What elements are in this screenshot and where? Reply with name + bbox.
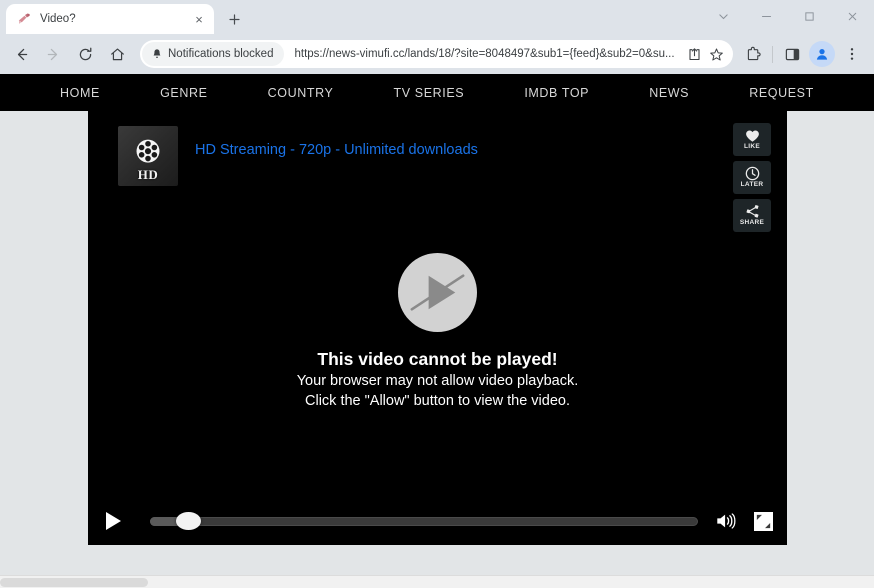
progress-handle[interactable] bbox=[176, 512, 201, 530]
close-icon bbox=[848, 12, 857, 20]
close-icon[interactable]: × bbox=[190, 10, 208, 28]
bell-icon bbox=[153, 49, 161, 58]
scrollbar-thumb[interactable] bbox=[0, 578, 148, 587]
hd-logo-text: HD bbox=[137, 167, 159, 182]
home-button[interactable] bbox=[102, 39, 132, 69]
error-title: This video cannot be played! bbox=[317, 349, 558, 369]
browser-toolbar: Notifications blocked https://news-vimuf… bbox=[0, 34, 874, 74]
browser-tab[interactable]: Video? × bbox=[6, 4, 214, 34]
maximize-button[interactable] bbox=[788, 0, 831, 32]
home-icon bbox=[110, 47, 124, 60]
fullscreen-icon bbox=[754, 511, 773, 531]
profile-avatar[interactable] bbox=[809, 41, 835, 67]
browser-window: Video? × Notifications blocked https://n… bbox=[0, 0, 874, 588]
back-arrow-icon bbox=[17, 48, 27, 60]
url-text[interactable]: https://news-vimufi.cc/lands/18/?site=80… bbox=[284, 48, 683, 60]
hd-logo: HD bbox=[118, 126, 178, 186]
promo-link[interactable]: HD Streaming - 720p - Unlimited download… bbox=[195, 142, 478, 158]
progress-slider[interactable] bbox=[150, 508, 698, 534]
close-window-button[interactable] bbox=[831, 0, 874, 32]
tab-strip: Video? × bbox=[0, 0, 874, 34]
watch-later-button[interactable]: LATER bbox=[733, 161, 771, 194]
clock-icon bbox=[744, 166, 760, 181]
notifications-blocked-label: Notifications blocked bbox=[168, 48, 274, 60]
share-icon[interactable] bbox=[683, 43, 705, 65]
page-content: HOME GENRE COUNTRY TV SERIES IMDB TOP NE… bbox=[0, 74, 874, 588]
forward-arrow-icon bbox=[47, 48, 57, 60]
nav-item-imdb-top[interactable]: IMDB TOP bbox=[524, 86, 589, 100]
player-control-bar bbox=[88, 497, 787, 545]
reload-icon bbox=[79, 47, 91, 60]
player-side-actions: LIKE LATER SHARE bbox=[733, 123, 771, 232]
like-label: LIKE bbox=[743, 143, 760, 151]
tab-search-button[interactable] bbox=[702, 0, 745, 32]
nav-item-request[interactable]: REQUEST bbox=[749, 86, 814, 100]
horizontal-scrollbar[interactable] bbox=[0, 575, 874, 588]
player-error-block: This video cannot be played! Your browse… bbox=[88, 253, 787, 412]
address-bar[interactable]: Notifications blocked https://news-vimuf… bbox=[140, 40, 733, 68]
back-button[interactable] bbox=[6, 39, 36, 69]
play-button[interactable] bbox=[100, 508, 126, 534]
video-player[interactable]: HD HD Streaming - 720p - Unlimited downl… bbox=[88, 111, 787, 545]
share-nodes-icon bbox=[744, 204, 760, 219]
extensions-button[interactable] bbox=[739, 40, 767, 68]
new-tab-button[interactable] bbox=[220, 5, 248, 33]
star-icon[interactable] bbox=[705, 43, 727, 65]
progress-track[interactable] bbox=[150, 516, 698, 526]
video-favicon bbox=[16, 11, 32, 27]
side-panel-button[interactable] bbox=[778, 40, 806, 68]
site-navigation: HOME GENRE COUNTRY TV SERIES IMDB TOP NE… bbox=[0, 74, 874, 111]
like-button[interactable]: LIKE bbox=[733, 123, 771, 156]
film-reel-icon bbox=[136, 139, 160, 163]
plus-icon bbox=[228, 13, 240, 25]
minimize-button[interactable] bbox=[745, 0, 788, 32]
disabled-play-button[interactable] bbox=[398, 253, 477, 332]
volume-icon bbox=[717, 513, 736, 529]
nav-item-genre[interactable]: GENRE bbox=[160, 86, 207, 100]
minimize-icon bbox=[761, 15, 772, 17]
nav-item-tv-series[interactable]: TV SERIES bbox=[394, 86, 465, 100]
puzzle-icon bbox=[747, 46, 761, 60]
player-header: HD HD Streaming - 720p - Unlimited downl… bbox=[88, 111, 787, 231]
reload-button[interactable] bbox=[70, 39, 100, 69]
volume-button[interactable] bbox=[714, 510, 738, 532]
forward-button[interactable] bbox=[38, 39, 68, 69]
notifications-blocked-chip[interactable]: Notifications blocked bbox=[142, 42, 285, 66]
error-line-1: Your browser may not allow video playbac… bbox=[296, 372, 579, 389]
page-body: HD HD Streaming - 720p - Unlimited downl… bbox=[0, 111, 874, 588]
fullscreen-button[interactable] bbox=[754, 511, 773, 531]
heart-icon bbox=[744, 128, 760, 143]
play-icon-disabled bbox=[410, 274, 465, 311]
chevron-down-icon bbox=[719, 13, 728, 19]
nav-item-news[interactable]: NEWS bbox=[649, 86, 689, 100]
maximize-icon bbox=[805, 11, 814, 21]
play-icon bbox=[106, 512, 121, 530]
error-line-2: Click the "Allow" button to view the vid… bbox=[305, 393, 570, 410]
profile-avatar-icon bbox=[816, 48, 828, 60]
side-panel-icon bbox=[785, 48, 799, 60]
later-label: LATER bbox=[740, 181, 764, 189]
share-button[interactable]: SHARE bbox=[733, 199, 771, 232]
toolbar-divider bbox=[772, 45, 773, 63]
window-controls bbox=[702, 0, 874, 32]
nav-item-home[interactable]: HOME bbox=[60, 86, 100, 100]
share-label: SHARE bbox=[739, 219, 765, 227]
tab-title: Video? bbox=[40, 13, 76, 25]
three-dot-menu-icon bbox=[850, 48, 854, 60]
browser-menu-button[interactable] bbox=[838, 40, 866, 68]
nav-item-country[interactable]: COUNTRY bbox=[268, 86, 334, 100]
